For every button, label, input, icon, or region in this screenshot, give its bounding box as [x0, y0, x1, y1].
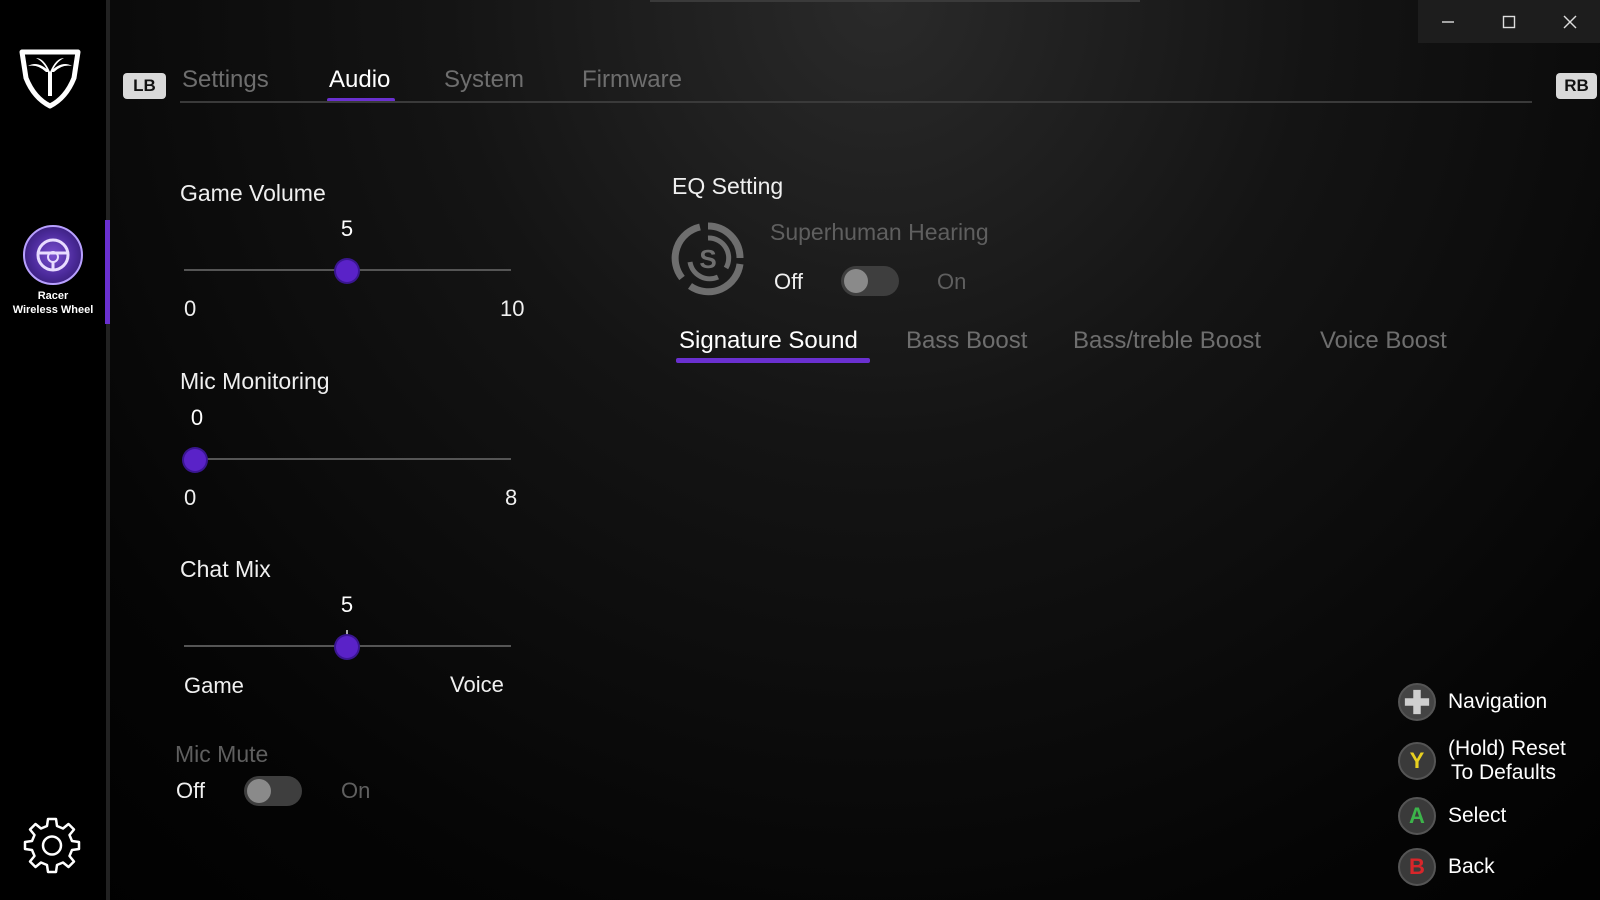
- steering-wheel-icon: [23, 225, 83, 285]
- maximize-button[interactable]: [1479, 0, 1540, 43]
- maximize-icon: [1502, 15, 1516, 28]
- mic-mute-label: Mic Mute: [175, 741, 269, 767]
- a-button-icon: A: [1398, 797, 1436, 835]
- tab-system[interactable]: System: [444, 66, 524, 94]
- dpad-icon: [1398, 683, 1436, 721]
- legend-reset-line1: (Hold) Reset: [1448, 737, 1566, 760]
- device-name-line1: Racer: [37, 290, 69, 302]
- device-racer-wireless-wheel[interactable]: Racer Wireless Wheel: [0, 225, 106, 317]
- settings-gear-icon[interactable]: [22, 815, 82, 875]
- active-eq-preset-underline: [676, 358, 870, 363]
- game-volume-slider[interactable]: 5: [184, 216, 511, 282]
- mic-monitoring-max: 8: [505, 485, 518, 510]
- eq-preset-bass-treble-boost[interactable]: Bass/treble Boost: [1073, 327, 1261, 355]
- eq-preset-voice-boost[interactable]: Voice Boost: [1320, 327, 1447, 355]
- b-button-icon: B: [1398, 848, 1436, 886]
- lb-bumper-button[interactable]: LB: [123, 73, 166, 99]
- legend-navigation-text: Navigation: [1448, 690, 1548, 713]
- game-volume-label: Game Volume: [180, 180, 326, 206]
- legend-select: A Select: [1398, 797, 1506, 835]
- superhuman-hearing-toggle[interactable]: [841, 266, 899, 296]
- device-name: Racer Wireless Wheel: [0, 289, 106, 317]
- slider-track: [184, 458, 511, 460]
- close-button[interactable]: [1539, 0, 1600, 43]
- tab-settings[interactable]: Settings: [182, 66, 269, 94]
- superhuman-off-label: Off: [774, 269, 803, 294]
- game-volume-max: 10: [500, 296, 525, 321]
- legend-back: B Back: [1398, 848, 1495, 886]
- sidebar: Racer Wireless Wheel: [0, 0, 110, 900]
- tab-firmware[interactable]: Firmware: [582, 66, 682, 94]
- turtle-beach-logo-icon: [19, 49, 81, 109]
- game-volume-value: 5: [340, 216, 354, 241]
- rb-bumper-button[interactable]: RB: [1556, 73, 1597, 99]
- toggle-knob: [247, 779, 271, 803]
- close-icon: [1563, 15, 1577, 28]
- mic-mute-on-label: On: [341, 778, 371, 803]
- eq-preset-bass-boost[interactable]: Bass Boost: [906, 327, 1027, 355]
- mic-monitoring-min: 0: [184, 485, 197, 510]
- mic-monitoring-label: Mic Monitoring: [180, 368, 330, 394]
- eq-setting-title: EQ Setting: [672, 173, 784, 199]
- mic-monitoring-slider[interactable]: 0: [184, 405, 511, 471]
- legend-select-text: Select: [1448, 804, 1507, 827]
- slider-thumb[interactable]: [184, 449, 206, 471]
- device-name-line2: Wireless Wheel: [12, 304, 94, 316]
- minimize-button[interactable]: [1418, 0, 1479, 43]
- tabs-divider: [180, 101, 1532, 103]
- y-button-icon: Y: [1398, 742, 1436, 780]
- toggle-knob: [844, 269, 868, 293]
- chat-mix-label: Chat Mix: [180, 556, 271, 582]
- legend-reset-line2: To Defaults: [1451, 761, 1557, 784]
- minimize-icon: [1442, 20, 1455, 23]
- mic-monitoring-value: 0: [190, 405, 204, 430]
- chat-mix-game-label: Game: [184, 673, 244, 698]
- chat-mix-voice-label: Voice: [450, 672, 504, 697]
- game-volume-min: 0: [184, 296, 197, 321]
- app-window: Racer Wireless Wheel LB RB Settings Audi…: [0, 0, 1600, 900]
- slider-thumb[interactable]: [336, 636, 358, 658]
- mic-mute-off-label: Off: [176, 778, 205, 803]
- superhuman-on-label: On: [937, 269, 967, 294]
- superhuman-hearing-icon: S: [671, 222, 744, 296]
- legend-back-text: Back: [1448, 855, 1495, 878]
- legend-navigation: Navigation: [1398, 683, 1547, 721]
- chat-mix-slider[interactable]: 5: [184, 592, 511, 658]
- svg-text:S: S: [699, 244, 716, 274]
- chat-mix-value: 5: [340, 592, 354, 617]
- slider-thumb[interactable]: [336, 260, 358, 282]
- window-controls: [1418, 0, 1600, 43]
- superhuman-hearing-label: Superhuman Hearing: [770, 219, 989, 245]
- eq-preset-signature-sound[interactable]: Signature Sound: [679, 327, 858, 355]
- legend-reset-text: (Hold) Reset To Defaults: [1448, 737, 1566, 785]
- tab-audio[interactable]: Audio: [329, 66, 390, 94]
- title-bar-line: [650, 0, 1140, 2]
- mic-mute-toggle[interactable]: [244, 776, 302, 806]
- legend-reset: Y (Hold) Reset To Defaults: [1398, 737, 1566, 785]
